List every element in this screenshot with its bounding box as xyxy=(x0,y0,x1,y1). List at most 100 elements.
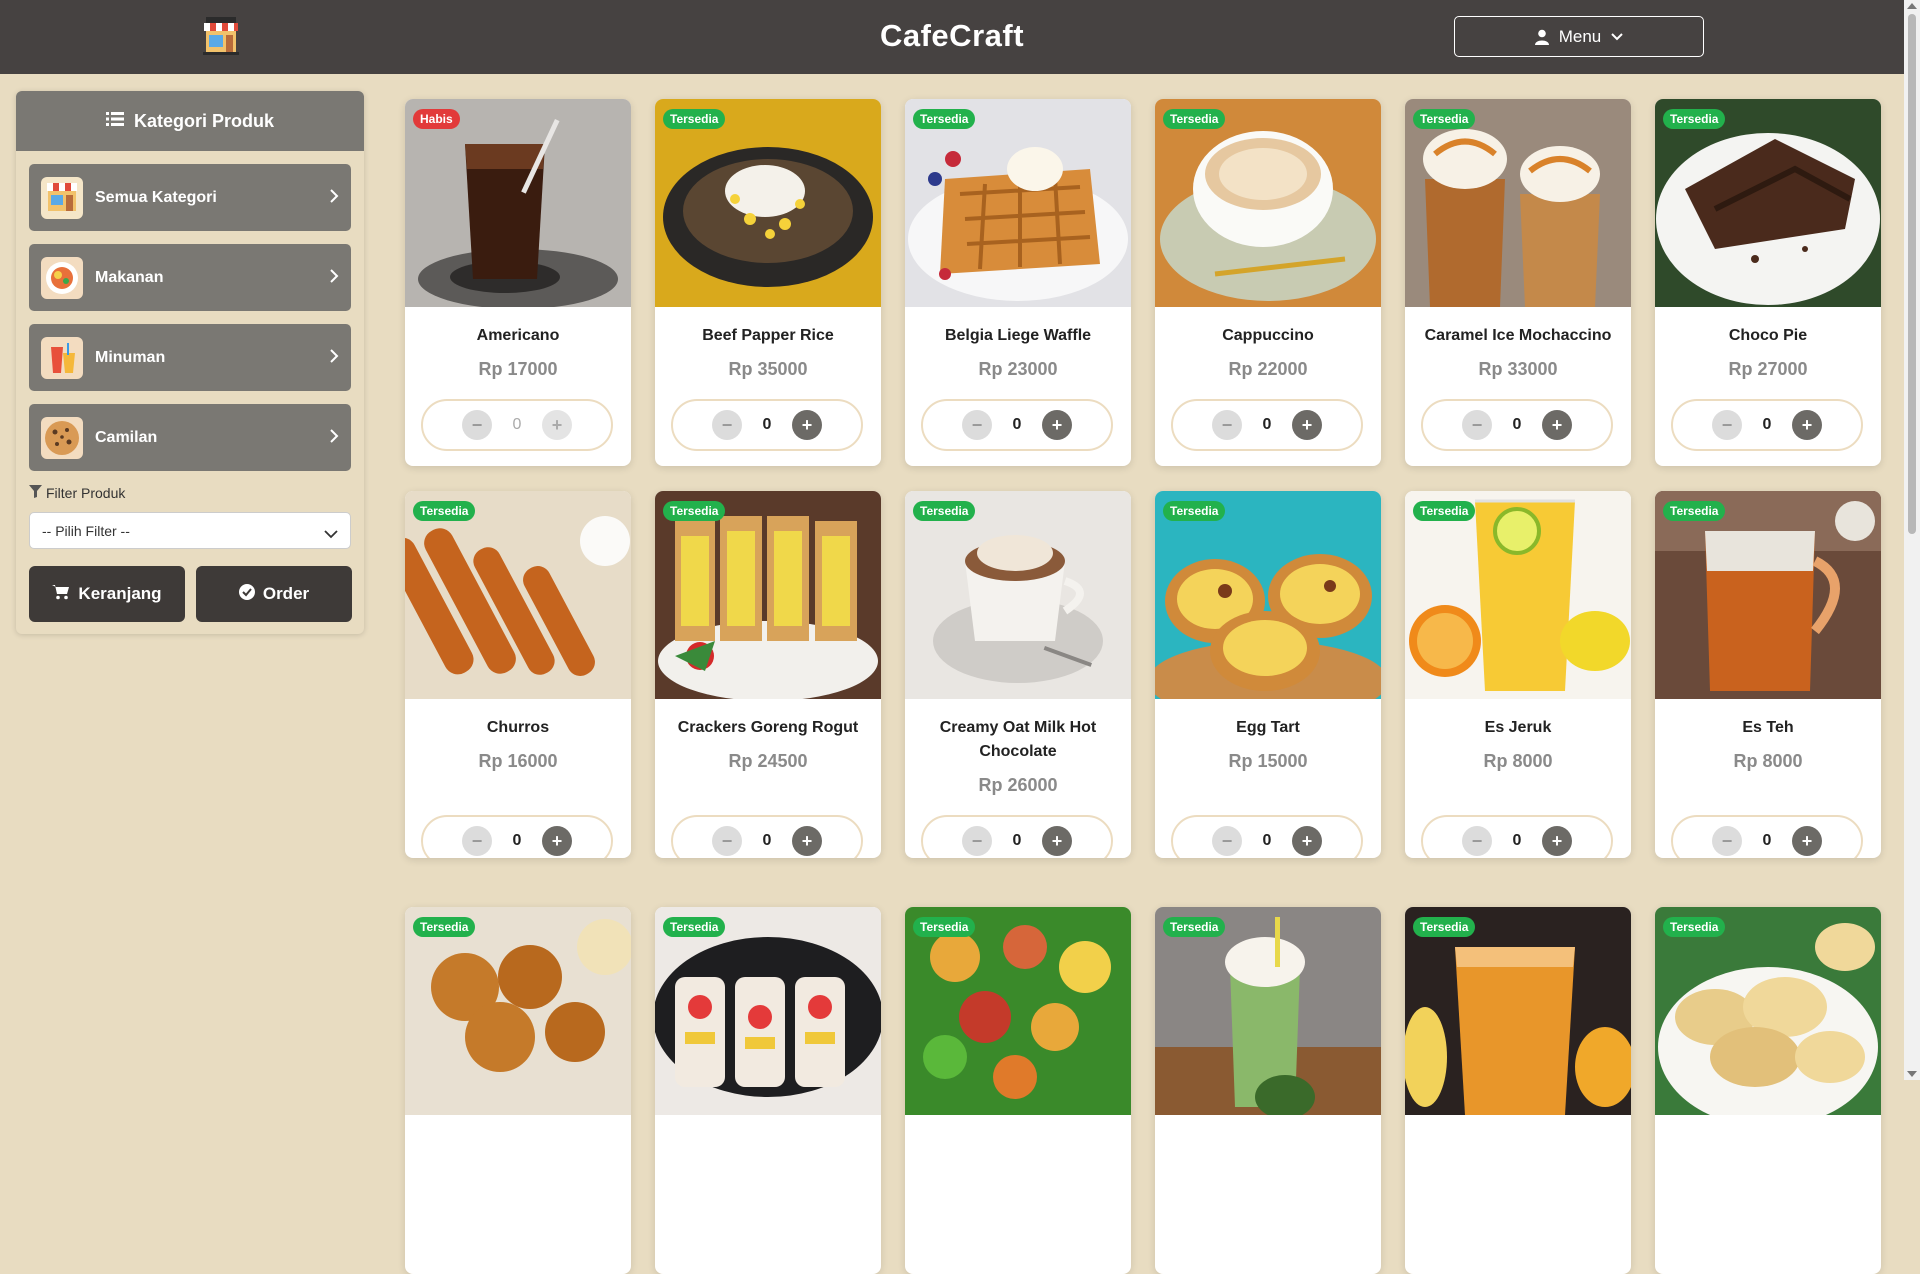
sidebar-item-semua-kategori[interactable]: Semua Kategori xyxy=(29,164,351,231)
product-name: Belgia Liege Waffle xyxy=(944,327,1092,344)
product-card[interactable]: Tersedia Belgia Liege Waffle Rp 23000 − … xyxy=(905,99,1131,466)
product-image xyxy=(655,907,881,1115)
increase-button[interactable]: + xyxy=(1792,826,1822,856)
product-card[interactable]: Habis Americano Rp 17000 − 0 + xyxy=(405,99,631,466)
product-card[interactable]: Tersedia xyxy=(905,907,1131,1274)
product-image xyxy=(1655,99,1881,307)
quantity-value: 0 xyxy=(1512,416,1522,433)
quantity-value: 0 xyxy=(1762,416,1772,433)
quantity-value: 0 xyxy=(1012,832,1022,849)
page-scrollbar[interactable] xyxy=(1904,0,1920,1080)
product-card[interactable]: Tersedia xyxy=(655,907,881,1274)
product-name: Cappuccino xyxy=(1222,327,1314,344)
increase-button[interactable]: + xyxy=(542,826,572,856)
status-badge: Tersedia xyxy=(413,501,476,521)
status-badge: Tersedia xyxy=(1413,109,1476,129)
decrease-button[interactable]: − xyxy=(1712,826,1742,856)
increase-button[interactable]: + xyxy=(1792,410,1822,440)
status-badge: Tersedia xyxy=(413,917,476,937)
user-icon xyxy=(1534,29,1549,45)
sidebar-item-makanan[interactable]: Makanan xyxy=(29,244,351,311)
decrease-button[interactable]: − xyxy=(1462,410,1492,440)
decrease-button[interactable]: − xyxy=(1212,410,1242,440)
product-card[interactable]: Tersedia xyxy=(1155,907,1381,1274)
product-card[interactable]: Tersedia xyxy=(405,907,631,1274)
status-badge: Tersedia xyxy=(1413,917,1476,937)
product-name: Caramel Ice Mochaccino xyxy=(1424,327,1612,344)
product-image xyxy=(905,907,1131,1115)
product-name: Crackers Goreng Rogut xyxy=(677,719,859,736)
filter-select[interactable]: -- Pilih Filter -- xyxy=(29,512,351,549)
increase-button[interactable]: + xyxy=(1542,410,1572,440)
cart-button[interactable]: Keranjang xyxy=(29,566,185,622)
product-card[interactable]: Tersedia Caramel Ice Mochaccino Rp 33000… xyxy=(1405,99,1631,466)
chevron-down-icon xyxy=(1611,32,1623,41)
decrease-button[interactable]: − xyxy=(1462,826,1492,856)
product-card[interactable]: Tersedia Es Jeruk Rp 8000 − 0 + xyxy=(1405,491,1631,858)
increase-button[interactable]: + xyxy=(792,826,822,856)
chevron-right-icon xyxy=(329,188,339,209)
product-price: Rp 16000 xyxy=(478,751,558,771)
category-sidebar: Kategori Produk Semua Kategori Makanan M… xyxy=(16,91,364,634)
status-badge: Tersedia xyxy=(1663,501,1726,521)
increase-button[interactable]: + xyxy=(1542,826,1572,856)
sidebar-header: Kategori Produk xyxy=(16,91,364,151)
product-image xyxy=(905,491,1131,699)
product-card[interactable]: Tersedia Es Teh Rp 8000 − 0 + xyxy=(1655,491,1881,858)
product-card[interactable]: Tersedia Beef Papper Rice Rp 35000 − 0 + xyxy=(655,99,881,466)
scroll-down-arrow-icon[interactable] xyxy=(1907,1071,1917,1077)
decrease-button[interactable]: − xyxy=(962,410,992,440)
increase-button[interactable]: + xyxy=(1292,410,1322,440)
product-price: Rp 8000 xyxy=(1733,751,1803,771)
decrease-button[interactable]: − xyxy=(462,826,492,856)
decrease-button[interactable]: − xyxy=(1212,826,1242,856)
decrease-button[interactable]: − xyxy=(712,410,742,440)
sidebar-item-camilan[interactable]: Camilan xyxy=(29,404,351,471)
product-card[interactable]: Tersedia Egg Tart Rp 15000 − 0 + xyxy=(1155,491,1381,858)
chevron-right-icon xyxy=(329,268,339,289)
filter-label-text: Filter Produk xyxy=(46,485,126,501)
product-card[interactable]: Tersedia Creamy Oat Milk Hot Chocolate R… xyxy=(905,491,1131,858)
quantity-value: 0 xyxy=(762,416,772,433)
increase-button[interactable]: + xyxy=(1292,826,1322,856)
product-image xyxy=(1655,491,1881,699)
status-badge: Tersedia xyxy=(913,109,976,129)
product-card[interactable]: Tersedia Choco Pie Rp 27000 − 0 + xyxy=(1655,99,1881,466)
increase-button[interactable]: + xyxy=(542,410,572,440)
quantity-value: 0 xyxy=(512,416,522,433)
product-name: Beef Papper Rice xyxy=(702,327,834,344)
product-image xyxy=(405,99,631,307)
product-image xyxy=(1155,99,1381,307)
product-name: Choco Pie xyxy=(1728,327,1808,344)
product-price: Rp 22000 xyxy=(1228,359,1308,379)
chevron-down-icon xyxy=(324,526,338,542)
product-card[interactable]: Tersedia Cappuccino Rp 22000 − 0 + xyxy=(1155,99,1381,466)
product-card[interactable]: Tersedia Crackers Goreng Rogut Rp 24500 … xyxy=(655,491,881,858)
list-icon xyxy=(105,111,124,132)
decrease-button[interactable]: − xyxy=(962,826,992,856)
user-menu-button[interactable]: Menu xyxy=(1454,16,1704,57)
sidebar-item-minuman[interactable]: Minuman xyxy=(29,324,351,391)
product-image xyxy=(655,99,881,307)
product-card[interactable]: Tersedia xyxy=(1405,907,1631,1274)
decrease-button[interactable]: − xyxy=(1712,410,1742,440)
status-badge: Tersedia xyxy=(1163,917,1226,937)
decrease-button[interactable]: − xyxy=(462,410,492,440)
order-button[interactable]: Order xyxy=(196,566,352,622)
increase-button[interactable]: + xyxy=(792,410,822,440)
decrease-button[interactable]: − xyxy=(712,826,742,856)
product-image xyxy=(405,491,631,699)
status-badge: Tersedia xyxy=(1413,501,1476,521)
scroll-up-arrow-icon[interactable] xyxy=(1907,3,1917,9)
product-card[interactable]: Tersedia xyxy=(1655,907,1881,1274)
chevron-right-icon xyxy=(329,348,339,369)
sidebar-title: Kategori Produk xyxy=(133,110,275,131)
scroll-thumb[interactable] xyxy=(1908,14,1916,534)
product-card[interactable]: Tersedia Churros Rp 16000 − 0 + xyxy=(405,491,631,858)
store-logo-icon[interactable] xyxy=(200,15,242,57)
quantity-value: 0 xyxy=(762,832,772,849)
food-plate-icon xyxy=(41,256,83,299)
quantity-value: 0 xyxy=(1762,832,1772,849)
increase-button[interactable]: + xyxy=(1042,410,1072,440)
increase-button[interactable]: + xyxy=(1042,826,1072,856)
